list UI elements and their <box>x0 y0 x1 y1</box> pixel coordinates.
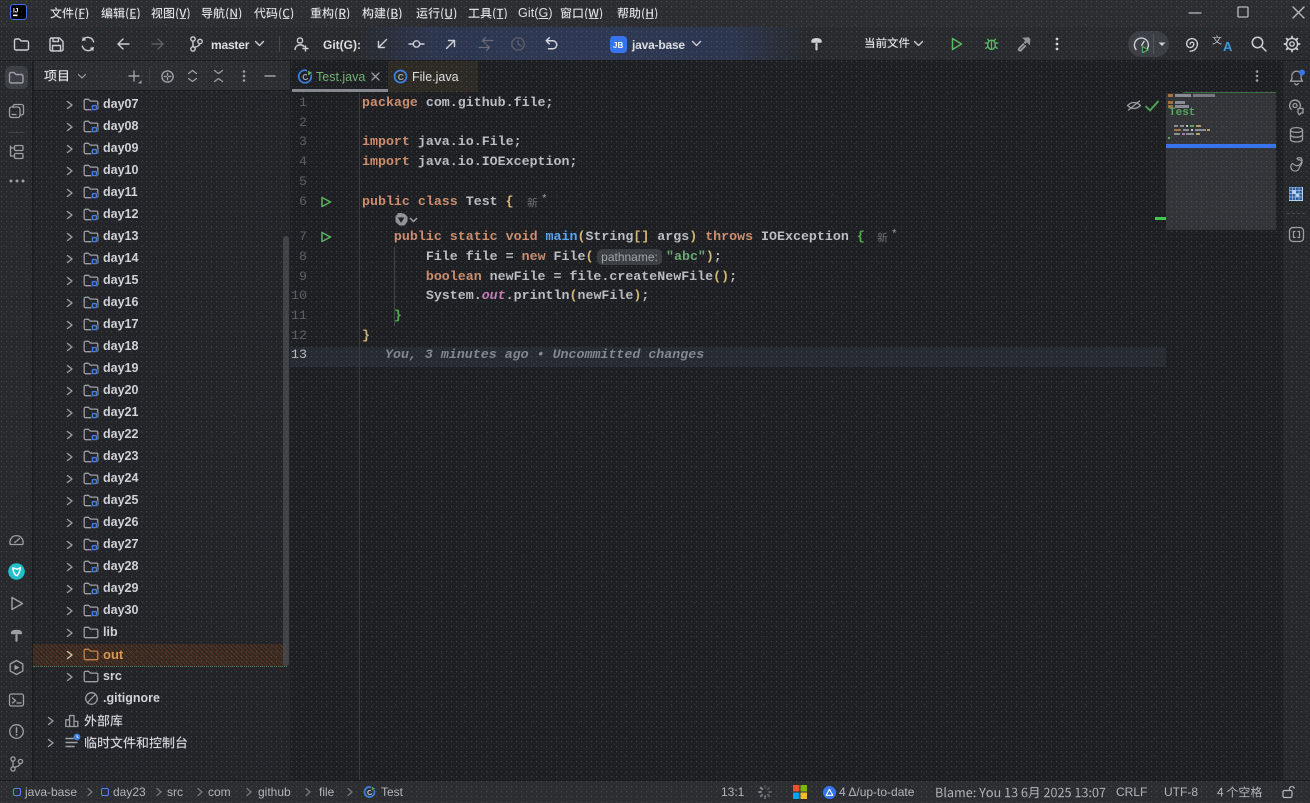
svg-text:IJ: IJ <box>13 8 19 15</box>
svg-text:C: C <box>398 72 404 82</box>
